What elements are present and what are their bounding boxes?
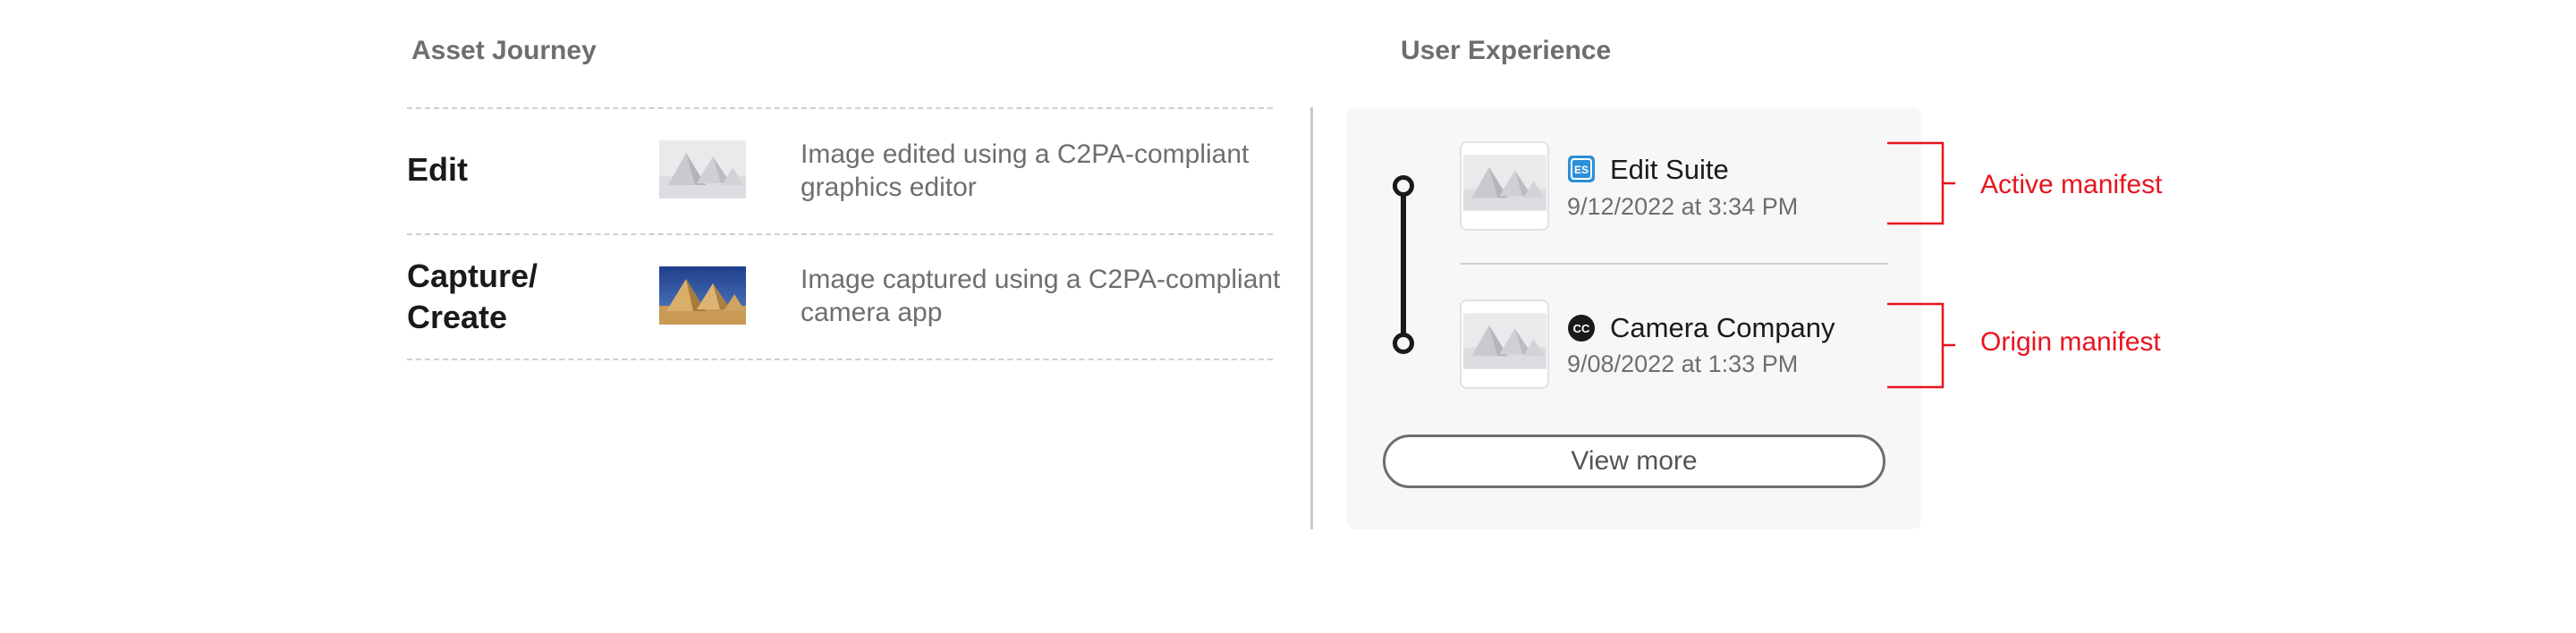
step-label-capture-create: Capture/ Create [407,257,538,335]
active-manifest-annotation: Active manifest [1980,170,2163,199]
timeline-line [1401,188,1406,345]
manifest-thumbnail[interactable] [1460,141,1549,231]
manifest-thumbnail[interactable] [1460,300,1549,389]
edit-suite-icon-text: ES [1574,164,1589,176]
camera-company-icon: CC [1568,315,1595,342]
divider [407,233,1273,235]
edit-suite-icon: ES [1568,156,1595,182]
step-label-edit: Edit [407,151,468,188]
column-divider [1310,107,1313,529]
timeline-node [1393,175,1414,197]
camera-company-icon-text: CC [1573,322,1590,335]
step-description-capture: Image captured using a C2PA-compliant ca… [801,265,1281,327]
pyramids-snow-thumbnail [659,140,746,198]
manifest-date: 9/12/2022 at 3:34 PM [1567,193,1799,220]
view-more-button[interactable]: View more [1383,435,1885,488]
divider [407,107,1273,109]
manifest-separator [1461,263,1888,265]
divider [407,359,1273,360]
manifest-app-name: Camera Company [1610,312,1835,343]
pyramids-desert-thumbnail [659,266,746,325]
asset-journey-title: Asset Journey [411,36,597,65]
origin-manifest-annotation: Origin manifest [1980,327,2161,357]
annotation-brackets [1887,141,1955,389]
manifest-app-name: Edit Suite [1610,154,1729,185]
timeline-node [1393,333,1414,354]
step-description-edit: Image edited using a C2PA-compliant grap… [801,139,1250,202]
user-experience-title: User Experience [1401,36,1612,65]
manifest-date: 9/08/2022 at 1:33 PM [1567,350,1799,377]
